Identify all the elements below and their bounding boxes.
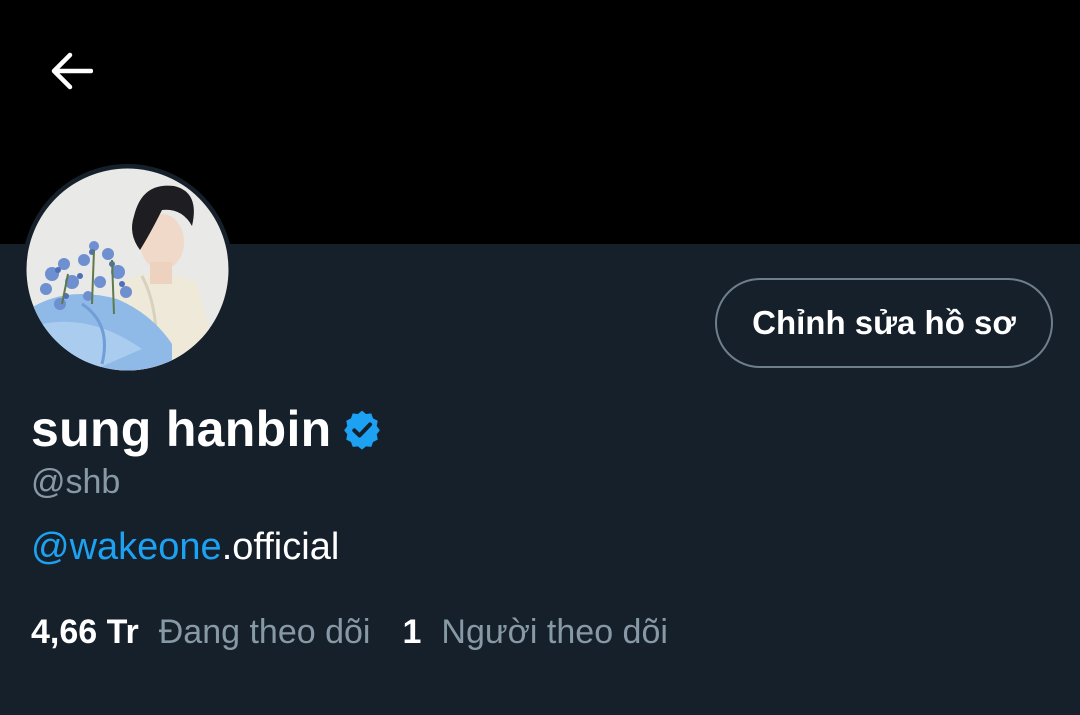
avatar-image <box>22 164 233 375</box>
bio-text: .official <box>221 526 340 568</box>
bio-mention-link[interactable]: @wakeone <box>31 526 222 568</box>
followers-stat[interactable]: 1 Người theo dõi <box>402 613 667 652</box>
following-count: 4,66 Tr <box>31 613 139 651</box>
arrow-left-icon <box>51 52 93 90</box>
verified-badge-icon <box>340 407 384 451</box>
display-name: sung hanbin <box>31 401 332 457</box>
following-stat[interactable]: 4,66 Tr Đang theo dõi <box>31 613 370 652</box>
profile-stats: 4,66 Tr Đang theo dõi 1 Người theo dõi <box>31 613 668 652</box>
name-row: sung hanbin <box>31 396 384 462</box>
edit-profile-button[interactable]: Chỉnh sửa hồ sơ <box>715 278 1053 368</box>
back-button[interactable] <box>36 36 106 106</box>
user-handle: @shb <box>31 463 121 501</box>
bio: @wakeone.official <box>31 526 339 569</box>
profile-page: Chỉnh sửa hồ sơ sung hanbin @shb @wakeon… <box>0 0 1080 715</box>
followers-label: Người theo dõi <box>441 613 668 651</box>
following-label: Đang theo dõi <box>158 613 371 651</box>
avatar[interactable] <box>22 164 233 375</box>
edit-profile-label: Chỉnh sửa hồ sơ <box>752 304 1016 341</box>
followers-count: 1 <box>402 613 422 651</box>
